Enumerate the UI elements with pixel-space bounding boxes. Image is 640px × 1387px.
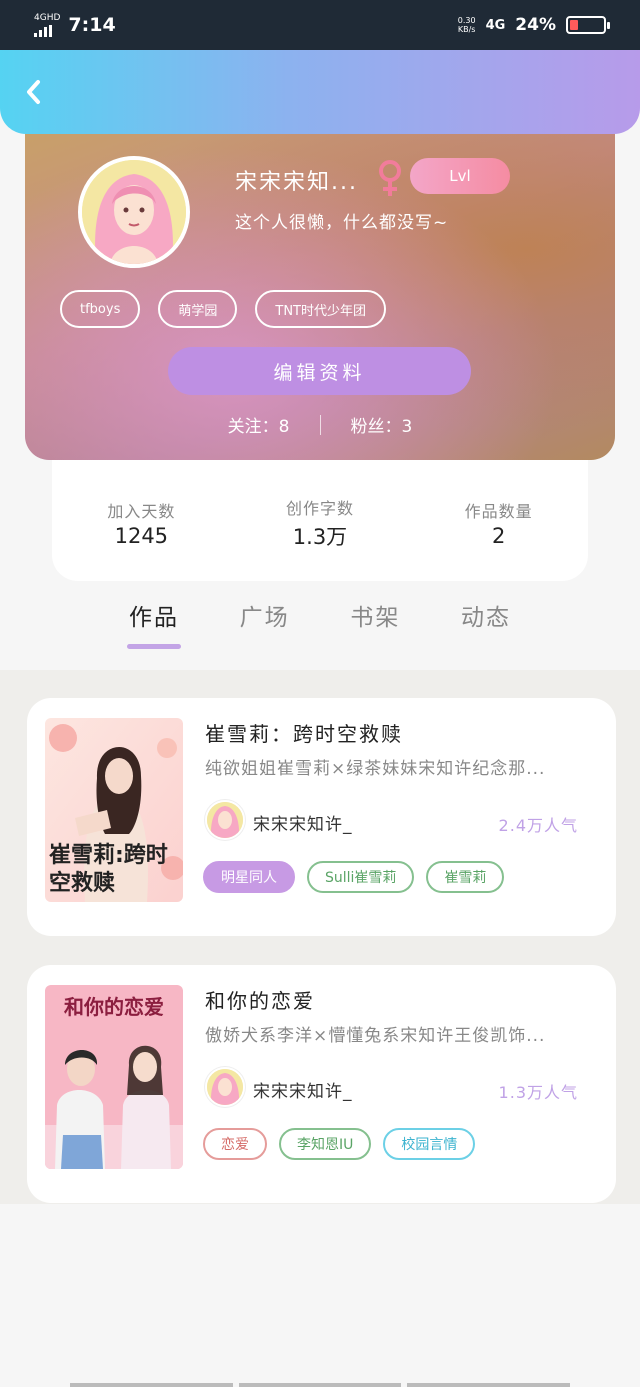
avatar[interactable] <box>78 156 190 268</box>
interest-tags: tfboys 萌学园 TNT时代少年团 <box>60 290 386 328</box>
signal-bars-icon <box>34 24 60 37</box>
stat-value: 1.3万 <box>292 525 348 549</box>
following-count[interactable]: 关注：8 <box>228 412 290 437</box>
divider <box>319 414 321 435</box>
tab-square[interactable]: 广场 <box>211 598 319 658</box>
interest-tag[interactable]: TNT时代少年团 <box>255 290 386 328</box>
cover-title: 崔雪莉:跨时空救赎 <box>49 843 168 896</box>
level-badge: Lvl <box>410 158 510 194</box>
work-tag[interactable]: 李知恩IU <box>279 1128 372 1160</box>
work-title[interactable]: 崔雪莉：跨时空救赎 <box>205 718 403 747</box>
stat-label: 创作字数 <box>285 499 354 518</box>
profile-tabs: 作品 广场 书架 动态 <box>100 598 540 658</box>
network-type: 4GHD <box>34 12 61 23</box>
avatar-illustration <box>82 160 186 264</box>
popularity-count: 1.3万人气 <box>498 1083 578 1102</box>
stat-word-count: 创作字数 1.3万 <box>245 495 395 551</box>
female-icon <box>379 160 401 196</box>
work-tags: 明星同人 Sulli崔雪莉 崔雪莉 <box>203 861 505 893</box>
work-card[interactable]: 崔雪莉:跨时空救赎 崔雪莉：跨时空救赎 纯欲姐姐崔雪莉×绿茶妹妹宋知许纪念那..… <box>27 698 616 936</box>
battery-icon <box>566 16 610 34</box>
stat-join-days: 加入天数 1245 <box>66 498 216 548</box>
status-bar: 4GHD 7:14 0.30 KB/s 4G 24% <box>0 0 640 50</box>
interest-tag[interactable]: tfboys <box>60 290 141 328</box>
followers-count[interactable]: 粉丝：3 <box>351 412 413 437</box>
work-card[interactable]: 和你的恋爱 和你的恋爱 傲娇犬系李洋×懵懂兔系宋知许王俊凯饰... 宋宋宋知许_… <box>27 965 616 1203</box>
work-tag[interactable]: 校园言情 <box>383 1128 476 1160</box>
stat-value: 1245 <box>114 524 169 548</box>
interest-tag[interactable]: 萌学园 <box>158 290 238 328</box>
speed-value: 0.30 <box>457 16 476 25</box>
home-indicator <box>70 1383 571 1387</box>
work-description: 纯欲姐姐崔雪莉×绿茶妹妹宋知许纪念那... <box>205 759 546 779</box>
tab-bookshelf[interactable]: 书架 <box>321 598 429 658</box>
back-button[interactable] <box>18 76 50 108</box>
stat-label: 加入天数 <box>107 502 176 521</box>
battery-percent: 24% <box>515 15 556 35</box>
clock: 7:14 <box>68 14 116 36</box>
follow-stats: 关注：8 粉丝：3 <box>25 412 615 437</box>
network-indicator: 4GHD <box>34 12 61 37</box>
tab-works[interactable]: 作品 <box>100 598 208 658</box>
popularity-count: 2.4万人气 <box>498 816 578 835</box>
profile-card: 宋宋宋知... Lvl 这个人很懒，什么都没写~ tfboys 萌学园 TNT时… <box>25 108 615 460</box>
author-avatar-image <box>207 1069 243 1105</box>
work-tag[interactable]: 明星同人 <box>203 861 295 893</box>
work-description: 傲娇犬系李洋×懵懂兔系宋知许王俊凯饰... <box>205 1026 546 1046</box>
work-tag[interactable]: Sulli崔雪莉 <box>307 861 415 893</box>
edit-profile-button[interactable]: 编辑资料 <box>168 347 471 395</box>
author-avatar[interactable] <box>205 1067 245 1107</box>
tab-activity[interactable]: 动态 <box>432 598 540 658</box>
username: 宋宋宋知... <box>235 170 358 195</box>
speed-unit: KB/s <box>457 25 476 34</box>
author-name[interactable]: 宋宋宋知许_ <box>253 1077 353 1102</box>
signal-type: 4G <box>485 17 506 33</box>
stat-value: 2 <box>491 524 506 548</box>
chevron-left-icon <box>27 80 40 104</box>
book-cover[interactable]: 和你的恋爱 <box>45 985 183 1169</box>
work-tag[interactable]: 崔雪莉 <box>426 861 505 893</box>
network-speed: 0.30 KB/s <box>458 16 476 34</box>
user-bio: 这个人很懒，什么都没写~ <box>235 213 449 233</box>
top-header <box>0 50 640 134</box>
work-title[interactable]: 和你的恋爱 <box>205 985 315 1014</box>
work-tags: 恋爱 李知恩IU 校园言情 <box>203 1128 476 1160</box>
work-tag[interactable]: 恋爱 <box>203 1128 267 1160</box>
stats-card: 加入天数 1245 创作字数 1.3万 作品数量 2 <box>52 455 588 581</box>
author-avatar-image <box>207 802 243 838</box>
stat-works-count: 作品数量 2 <box>424 498 574 548</box>
stat-label: 作品数量 <box>464 502 533 521</box>
book-cover[interactable]: 崔雪莉:跨时空救赎 <box>45 718 183 902</box>
author-name[interactable]: 宋宋宋知许_ <box>253 810 353 835</box>
works-list: 崔雪莉:跨时空救赎 崔雪莉：跨时空救赎 纯欲姐姐崔雪莉×绿茶妹妹宋知许纪念那..… <box>0 670 640 1204</box>
cover-title: 和你的恋爱 <box>64 995 164 1019</box>
author-avatar[interactable] <box>205 800 245 840</box>
